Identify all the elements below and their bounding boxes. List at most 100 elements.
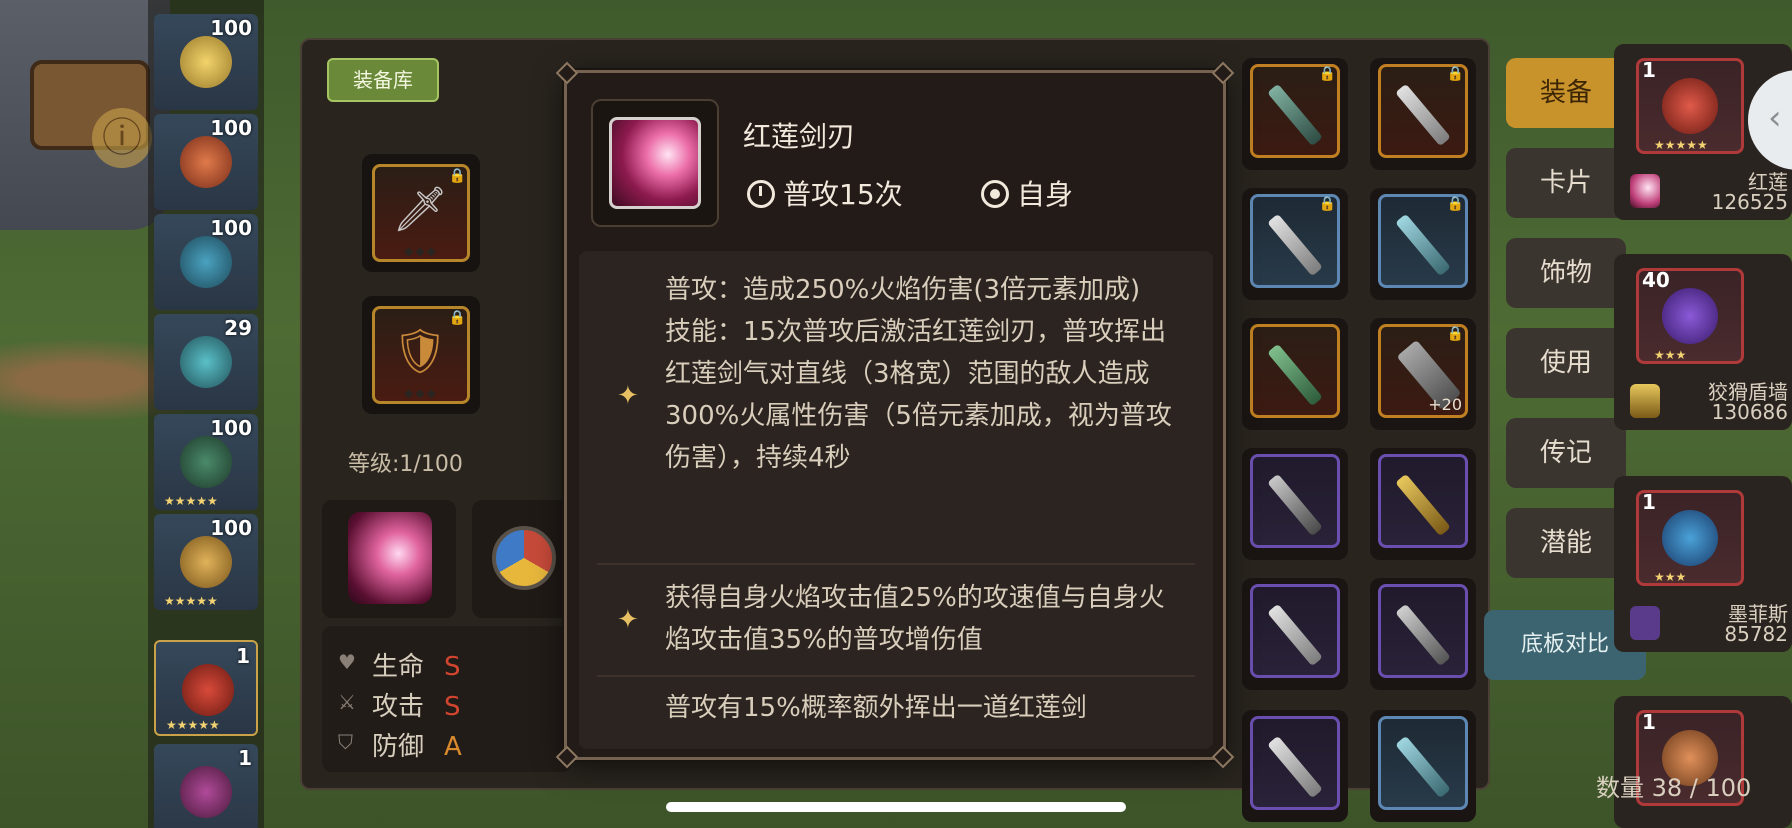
skill-thumbnail[interactable]	[322, 500, 456, 618]
sparkle-icon: ✦	[617, 381, 639, 411]
hero-level: 1	[236, 644, 250, 668]
hero-level: 29	[224, 316, 252, 340]
equipment-item[interactable]: 🔒 +20	[1370, 318, 1476, 430]
roster-level: 1	[1642, 58, 1656, 82]
hero-level: 100	[210, 516, 252, 540]
star-rating: ★★★	[1654, 348, 1687, 362]
roster-card[interactable]: 1	[1614, 696, 1792, 828]
equipment-item[interactable]	[1370, 448, 1476, 560]
stat-row-hp: ♥ 生命 S	[338, 646, 461, 683]
home-indicator[interactable]	[666, 802, 1126, 812]
sword-icon: ⚔	[338, 690, 356, 714]
tab-use[interactable]: 使用	[1506, 328, 1626, 398]
equip-button[interactable]: 装备	[1506, 58, 1626, 128]
armor-slot[interactable]: 🔒 🛡 ◆◆◆	[362, 296, 480, 414]
armor-icon: 🛡	[392, 326, 448, 377]
hero-slot[interactable]: 1	[154, 744, 258, 828]
target-icon	[981, 180, 1009, 208]
hero-stars: ★★★★★	[166, 718, 220, 732]
hero-level: 100	[210, 16, 252, 40]
equipment-item[interactable]	[1242, 448, 1348, 560]
avatar	[1662, 288, 1718, 344]
item-icon-frame	[591, 99, 719, 227]
stat-grades: ♥ 生命 S ⚔ 攻击 S ⛉ 防御 A	[322, 626, 572, 772]
target-text: 自身	[1017, 178, 1074, 211]
stat-grade: S	[444, 652, 461, 682]
effect-text: 普攻有15%概率额外挥出一道红莲剑	[665, 693, 1087, 723]
hero-slot[interactable]: 100	[154, 114, 258, 210]
equipment-item[interactable]: 🔒	[1242, 58, 1348, 170]
lock-icon: 🔒	[1318, 196, 1336, 212]
stat-label: 防御	[372, 732, 425, 762]
clock-icon	[747, 180, 775, 208]
hero-portrait	[180, 36, 232, 88]
hero-slot[interactable]: 100 ★★★★★	[154, 514, 258, 610]
hero-slot[interactable]: 100	[154, 214, 258, 310]
element-wheel-icon	[492, 526, 556, 590]
equipment-item[interactable]	[1242, 710, 1348, 822]
equipment-item[interactable]: 🔒	[1242, 188, 1348, 300]
tab-biography[interactable]: 传记	[1506, 418, 1626, 488]
hero-stars: ★★★★★	[164, 594, 218, 608]
lock-icon: 🔒	[448, 310, 466, 326]
inventory-count: 数量 38 / 100	[1596, 774, 1752, 802]
star-rating: ★★★	[1654, 570, 1687, 584]
equipment-item[interactable]	[1370, 578, 1476, 690]
weapon-slot[interactable]: 🔒 🗡 ◆◆◆	[362, 154, 480, 272]
hero-slot-selected[interactable]: 1 ★★★★★	[154, 640, 258, 736]
hero-portrait	[180, 136, 232, 188]
hero-slot[interactable]: 29	[154, 314, 258, 410]
equipped-skill-icon	[1630, 174, 1660, 208]
section-divider	[597, 563, 1195, 565]
hero-portrait	[180, 536, 232, 588]
hero-roster-strip: 100 100 100 29 100 ★★★★★ 100 ★★★★★ 1 ★★★…	[148, 0, 264, 828]
roster-card[interactable]: 40 ★★★ 狡猾盾墙 130686	[1614, 254, 1792, 430]
element-wheel[interactable]	[472, 500, 572, 618]
hero-stars: ★★★★★	[164, 494, 218, 508]
sparkle-icon: ✦	[617, 605, 639, 635]
sword-icon: 🗡	[392, 184, 448, 235]
equipment-item[interactable]	[1370, 710, 1476, 822]
equipment-item[interactable]: 🔒	[1370, 58, 1476, 170]
hero-slot[interactable]: 100 ★★★★★	[154, 414, 258, 510]
star-rating: ★★★★★	[1654, 138, 1708, 152]
equipped-item-icon	[1630, 606, 1660, 640]
roster-power: 126525	[1711, 190, 1788, 214]
tooltip-description: ✦ 普攻：造成250%火焰伤害(3倍元素加成) 技能：15次普攻后激活红莲剑刃，…	[579, 251, 1213, 749]
target-type: 自身	[981, 173, 1073, 213]
tab-equipment-storehouse[interactable]: 装备库	[327, 58, 439, 102]
trigger-condition: 普攻15次	[747, 173, 903, 213]
hero-portrait	[182, 664, 234, 716]
equipped-item-icon	[1630, 384, 1660, 418]
stat-grade: A	[444, 732, 462, 762]
hero-portrait	[180, 436, 232, 488]
stat-label: 生命	[372, 652, 425, 682]
roster-power: 130686	[1711, 400, 1788, 424]
item-tooltip: 红莲剑刃 普攻15次 自身 ✦ 普攻：造成250%火焰伤害(3倍元素加成) 技能…	[555, 61, 1235, 769]
effect-section: 普攻有15%概率额外挥出一道红莲剑	[579, 687, 1213, 747]
tower-building	[0, 0, 170, 230]
hero-portrait	[180, 766, 232, 818]
crimson-blade-art	[348, 512, 432, 604]
equipment-item[interactable]: 🔒	[1370, 188, 1476, 300]
crimson-blade-icon	[609, 117, 701, 209]
equipment-item[interactable]	[1242, 318, 1348, 430]
building-badge-icon: ⓘ	[92, 108, 152, 168]
slot-pips: ◆◆◆	[404, 386, 438, 400]
stat-row-attack: ⚔ 攻击 S	[338, 686, 461, 723]
equipment-item[interactable]	[1242, 578, 1348, 690]
tab-accessory[interactable]: 饰物	[1506, 238, 1626, 308]
tab-card[interactable]: 卡片	[1506, 148, 1626, 218]
roster-card[interactable]: 1 ★★★ 墨菲斯 85782	[1614, 476, 1792, 652]
equipment-level: 等级:1/100	[348, 452, 463, 477]
hero-slot[interactable]: 100	[154, 14, 258, 110]
lock-icon: 🔒	[448, 168, 466, 184]
stat-grade: S	[444, 692, 461, 722]
roster-level: 1	[1642, 710, 1656, 734]
hero-level: 100	[210, 416, 252, 440]
effect-section: ✦ 获得自身火焰攻击值25%的攻速值与自身火焰攻击值35%的普攻增伤值	[579, 577, 1213, 663]
tab-potential[interactable]: 潜能	[1506, 508, 1626, 578]
stat-label: 攻击	[372, 692, 425, 722]
hero-portrait	[180, 336, 232, 388]
section-divider	[597, 675, 1195, 677]
